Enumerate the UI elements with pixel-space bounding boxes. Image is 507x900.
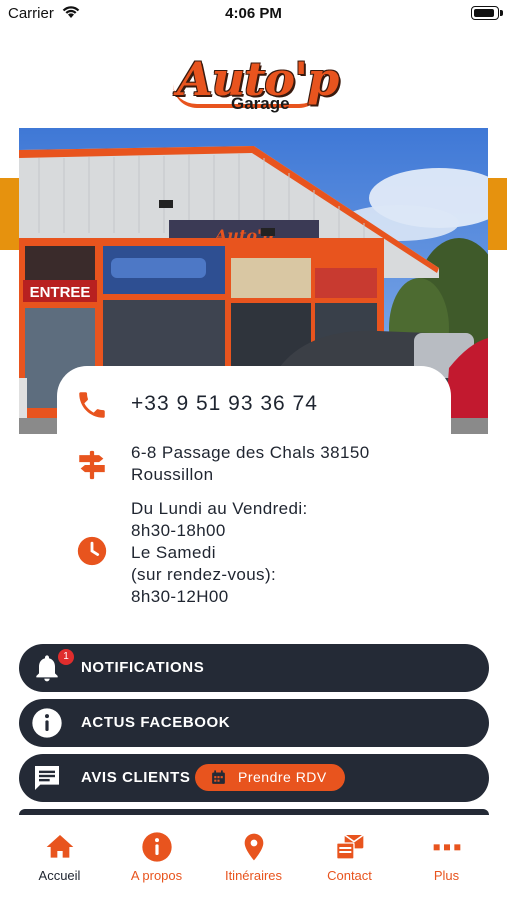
reviews-label: AVIS CLIENTS xyxy=(81,769,191,786)
entree-sign: ENTREE xyxy=(30,284,91,301)
signpost-icon xyxy=(79,450,105,480)
status-bar: Carrier 4:06 PM xyxy=(0,0,507,30)
address-row[interactable]: 6-8 Passage des Chals 38150 Roussillon xyxy=(57,442,451,488)
tab-about[interactable]: A propos xyxy=(106,815,207,900)
notifications-button[interactable]: 1 NOTIFICATIONS xyxy=(19,644,489,692)
hours-line-3: Le Samedi xyxy=(131,543,216,562)
hours-line-4: (sur rendez-vous): xyxy=(131,565,277,584)
phone-icon xyxy=(79,392,105,418)
tab-contact[interactable]: Contact xyxy=(299,815,400,900)
tab-contact-label: Contact xyxy=(327,868,372,883)
book-appointment-label: Prendre RDV xyxy=(238,769,327,785)
facebook-news-label: ACTUS FACEBOOK xyxy=(81,714,231,731)
calendar-icon xyxy=(212,770,225,784)
battery-icon xyxy=(471,6,503,20)
address-line-1: 6-8 Passage des Chals 38150 xyxy=(131,443,370,462)
tab-directions[interactable]: Itinéraires xyxy=(203,815,304,900)
notification-badge: 1 xyxy=(58,649,74,665)
contact-card: +33 9 51 93 36 74 6-8 Passage des Chals … xyxy=(57,366,451,630)
side-accent-right xyxy=(488,178,507,250)
map-pin-icon xyxy=(244,833,264,861)
clock-icon xyxy=(77,536,107,566)
tab-directions-label: Itinéraires xyxy=(224,868,283,883)
info-circle-icon xyxy=(32,708,62,738)
hours-line-1: Du Lundi au Vendredi: xyxy=(131,499,308,518)
tab-more-label: Plus xyxy=(433,868,460,883)
side-accent-left xyxy=(0,178,19,250)
book-appointment-button[interactable]: Prendre RDV xyxy=(195,764,345,791)
app-logo: Auto'p Garage xyxy=(173,50,339,122)
tab-about-label: A propos xyxy=(130,868,183,883)
home-icon xyxy=(46,835,74,858)
facebook-news-button[interactable]: ACTUS FACEBOOK xyxy=(19,699,489,747)
phone-number[interactable]: +33 9 51 93 36 74 xyxy=(131,393,318,415)
mail-icon xyxy=(336,834,364,860)
notifications-label: NOTIFICATIONS xyxy=(81,659,205,676)
tab-home-label: Accueil xyxy=(38,868,81,883)
address-line-2: Roussillon xyxy=(131,465,214,484)
logo-subtitle: Garage xyxy=(231,94,290,113)
info-icon xyxy=(142,832,172,862)
more-icon xyxy=(433,844,461,851)
clock: 4:06 PM xyxy=(225,5,282,22)
comment-icon xyxy=(35,766,59,790)
bottom-tab-bar: Accueil A propos Itinéraires Contact Plu… xyxy=(0,815,507,900)
tab-more[interactable]: Plus xyxy=(396,815,497,900)
hours-line-5: 8h30-12H00 xyxy=(131,587,229,606)
hours-line-2: 8h30-18h00 xyxy=(131,521,226,540)
tab-home[interactable]: Accueil xyxy=(9,815,110,900)
phone-row[interactable]: +33 9 51 93 36 74 xyxy=(57,388,451,424)
reviews-button[interactable]: AVIS CLIENTS Prendre RDV xyxy=(19,754,489,802)
hours-row: Du Lundi au Vendredi: 8h30-18h00 Le Same… xyxy=(57,498,451,610)
